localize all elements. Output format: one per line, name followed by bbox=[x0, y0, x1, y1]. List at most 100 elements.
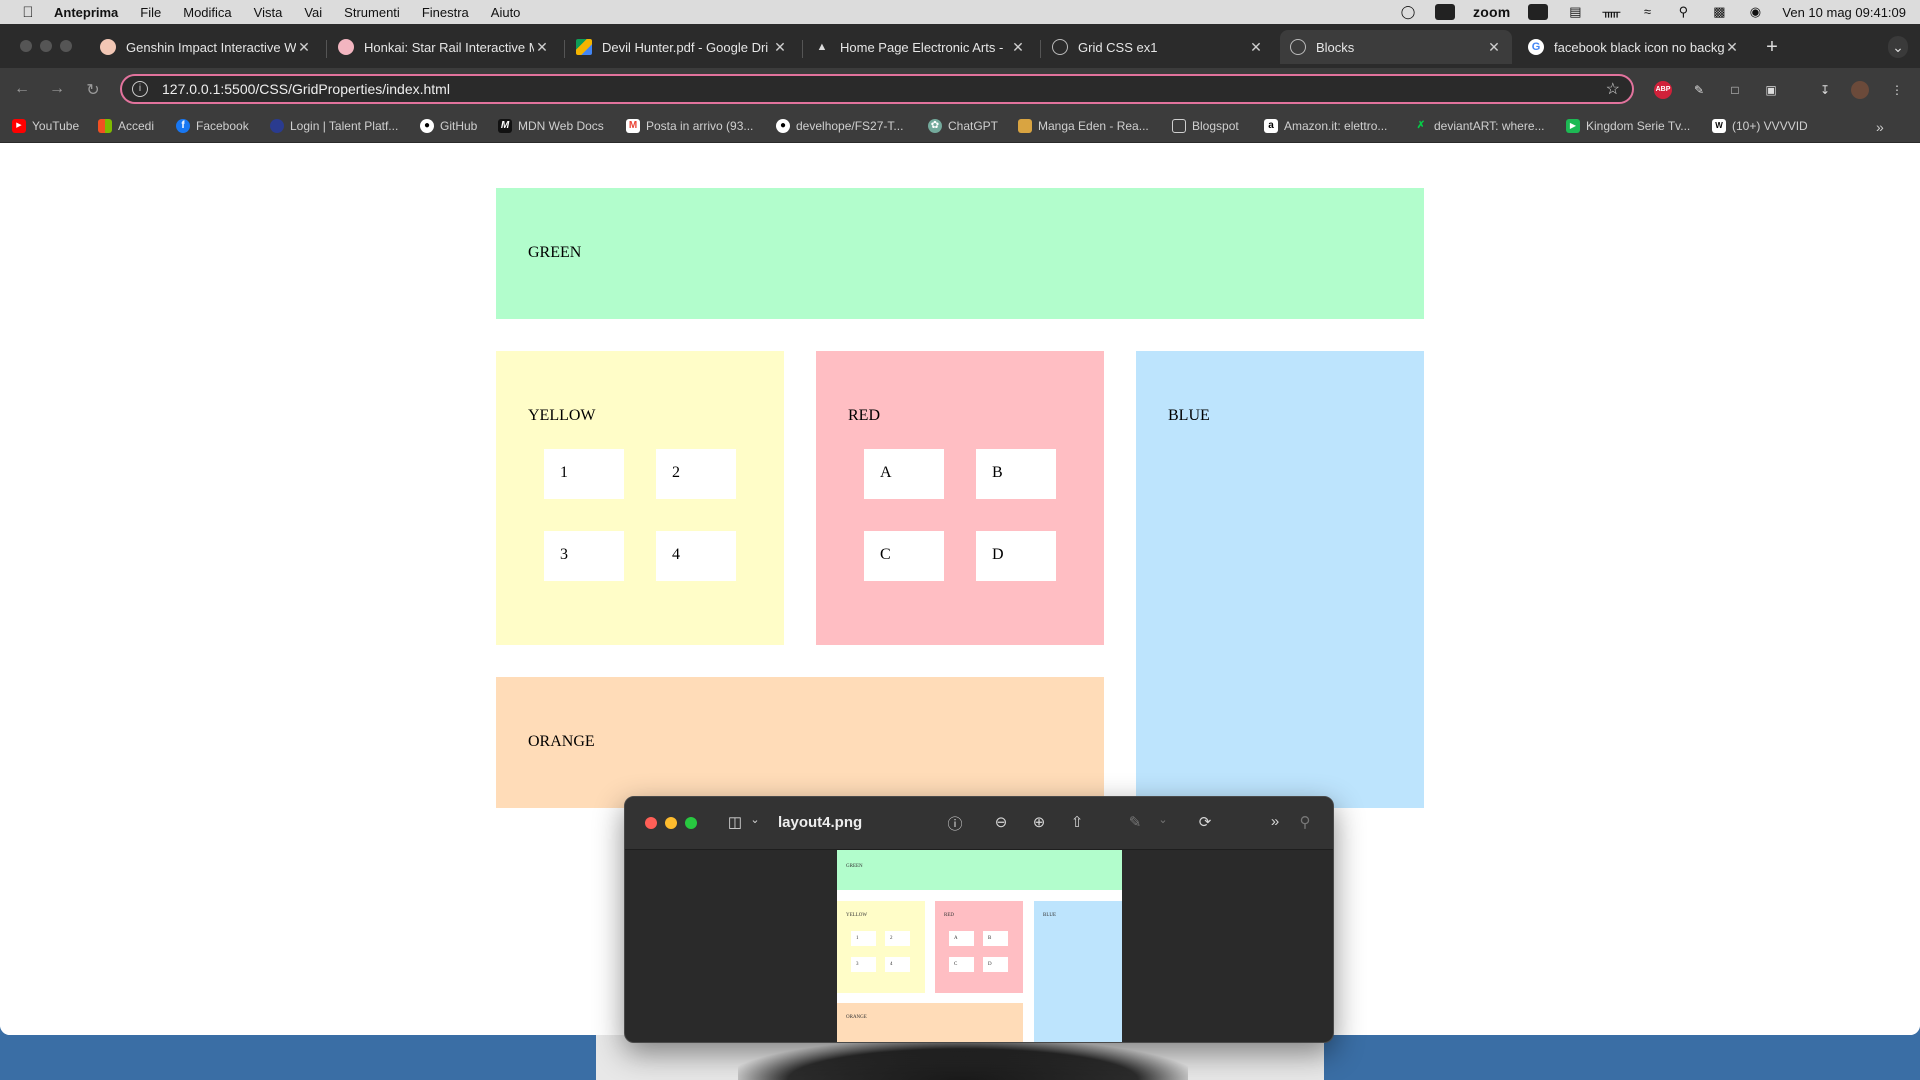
siri-icon[interactable]: ◉ bbox=[1746, 5, 1764, 19]
zoom-out-icon[interactable]: ⊖ bbox=[991, 813, 1011, 831]
site-info-icon[interactable]: i bbox=[132, 81, 148, 97]
bluetooth-icon[interactable]: ᚅ bbox=[1602, 5, 1620, 19]
tab-blocks[interactable]: Blocks ✕ bbox=[1280, 30, 1512, 64]
menu-app-name[interactable]: Anteprima bbox=[54, 5, 118, 20]
minimize-window-button[interactable] bbox=[40, 40, 52, 52]
close-icon[interactable]: ✕ bbox=[1486, 39, 1502, 56]
bookmark-manga-eden[interactable]: Manga Eden - Rea... bbox=[1018, 119, 1149, 133]
minimize-window-button[interactable] bbox=[665, 817, 677, 829]
more-tools-chevron-icon[interactable]: » bbox=[1265, 813, 1285, 830]
chevron-down-icon[interactable]: ⌄ bbox=[1153, 813, 1173, 826]
info-icon[interactable]: ⓘ bbox=[945, 813, 965, 834]
zoom-window-button[interactable] bbox=[685, 817, 697, 829]
mini-item-label: 2 bbox=[890, 936, 893, 941]
menu-aiuto[interactable]: Aiuto bbox=[491, 5, 521, 20]
adblock-plus-icon[interactable]: ABP bbox=[1654, 81, 1672, 99]
tab-facebook-icon-search[interactable]: G facebook black icon no backg ✕ bbox=[1518, 30, 1750, 64]
mini-item: 4 bbox=[885, 957, 910, 972]
bookmark-chatgpt[interactable]: ✿ ChatGPT bbox=[928, 119, 998, 133]
tab-devil-hunter[interactable]: Devil Hunter.pdf - Google Dri ✕ bbox=[566, 30, 798, 64]
red-item: C bbox=[864, 531, 944, 581]
bookmark-github[interactable]: ● GitHub bbox=[420, 119, 477, 133]
menu-strumenti[interactable]: Strumenti bbox=[344, 5, 400, 20]
zoom-in-icon[interactable]: ⊕ bbox=[1029, 813, 1049, 831]
tab-genshin[interactable]: Genshin Impact Interactive W ✕ bbox=[90, 30, 322, 64]
markup-pen-icon[interactable]: ✎ bbox=[1125, 813, 1145, 831]
menu-vista[interactable]: Vista bbox=[254, 5, 283, 20]
tab-grid-css[interactable]: Grid CSS ex1 ✕ bbox=[1042, 30, 1274, 64]
rotate-icon[interactable]: ⟳ bbox=[1195, 813, 1215, 831]
app-status-icon[interactable] bbox=[1435, 4, 1456, 20]
back-arrow-icon[interactable]: ← bbox=[12, 80, 32, 98]
github-icon: ● bbox=[776, 119, 790, 133]
close-icon[interactable]: ✕ bbox=[1248, 39, 1264, 56]
control-center-icon[interactable]: ▩ bbox=[1710, 5, 1728, 19]
menu-file[interactable]: File bbox=[140, 5, 161, 20]
mini-label: RED bbox=[944, 913, 954, 918]
profile-avatar[interactable] bbox=[1851, 81, 1869, 99]
close-icon[interactable]: ✕ bbox=[772, 39, 788, 56]
bookmark-develhope[interactable]: ● develhope/FS27-T... bbox=[776, 119, 903, 133]
close-icon[interactable]: ✕ bbox=[1010, 39, 1026, 56]
yellow-item: 3 bbox=[544, 531, 624, 581]
close-icon[interactable]: ✕ bbox=[296, 39, 312, 56]
zoom-status[interactable]: zoom bbox=[1473, 4, 1510, 20]
menu-modifica[interactable]: Modifica bbox=[183, 5, 231, 20]
mini-item-label: B bbox=[988, 936, 992, 941]
address-bar[interactable]: i 127.0.0.1:5500/CSS/GridProperties/inde… bbox=[120, 74, 1634, 104]
chevron-down-icon[interactable]: ⌄ bbox=[745, 813, 765, 826]
spotlight-search-icon[interactable]: ⚲ bbox=[1674, 5, 1692, 19]
more-bookmarks-chevron-icon[interactable]: » bbox=[1876, 119, 1884, 135]
bookmark-deviantart[interactable]: ✗ deviantART: where... bbox=[1414, 119, 1545, 133]
close-window-button[interactable] bbox=[20, 40, 32, 52]
green-label: GREEN bbox=[528, 244, 582, 261]
preview-window-controls bbox=[645, 817, 697, 829]
tab-label: Grid CSS ex1 bbox=[1078, 39, 1158, 55]
b-app-icon[interactable] bbox=[1528, 4, 1549, 20]
apple-icon[interactable]:  bbox=[20, 4, 36, 21]
close-icon[interactable]: ✕ bbox=[1724, 39, 1740, 56]
tab-honkai[interactable]: Honkai: Star Rail Interactive M ✕ bbox=[328, 30, 560, 64]
close-icon[interactable]: ✕ bbox=[534, 39, 550, 56]
bookmark-folder-blogspot[interactable]: Blogspot bbox=[1172, 119, 1239, 133]
tab-search-chevron-icon[interactable]: ⌄ bbox=[1888, 36, 1908, 58]
layers-icon[interactable]: ▤ bbox=[1566, 5, 1584, 19]
bookmark-label: GitHub bbox=[440, 119, 478, 133]
reload-icon[interactable]: ↻ bbox=[83, 80, 103, 100]
download-icon[interactable]: ↧ bbox=[1816, 81, 1834, 99]
extensions-puzzle-icon[interactable]: ▣ bbox=[1762, 81, 1780, 99]
preview-file-title: layout4.png bbox=[778, 814, 863, 831]
bookmark-accedi[interactable]: Accedi bbox=[98, 119, 154, 133]
search-icon[interactable]: ⚲ bbox=[1295, 813, 1315, 831]
wifi-icon[interactable]: ≈ bbox=[1638, 5, 1656, 19]
new-tab-button[interactable]: + bbox=[1762, 36, 1782, 59]
bookmark-amazon[interactable]: a Amazon.it: elettro... bbox=[1264, 119, 1387, 133]
vpn-shield-icon[interactable]: ◯ bbox=[1399, 5, 1417, 19]
yellow-item: 4 bbox=[656, 531, 736, 581]
bookmark-facebook[interactable]: f Facebook bbox=[176, 119, 249, 133]
bookmark-mdn[interactable]: M MDN Web Docs bbox=[498, 119, 604, 133]
honkai-icon bbox=[338, 39, 354, 55]
tab-electronic-arts[interactable]: ▲ Home Page Electronic Arts - ✕ bbox=[804, 30, 1036, 64]
menu-vai[interactable]: Vai bbox=[304, 5, 322, 20]
forward-arrow-icon[interactable]: → bbox=[47, 80, 67, 98]
orange-label: ORANGE bbox=[528, 733, 595, 750]
bookmark-vvvvid[interactable]: W (10+) VVVVID bbox=[1712, 119, 1808, 133]
mdn-icon: M bbox=[498, 119, 512, 133]
address-url[interactable]: 127.0.0.1:5500/CSS/GridProperties/index.… bbox=[162, 81, 450, 97]
bookmark-star-icon[interactable]: ☆ bbox=[1606, 79, 1620, 99]
sidebar-toggle-icon[interactable]: ◫ bbox=[725, 813, 745, 831]
bookmark-kingdom[interactable]: ▶ Kingdom Serie Tv... bbox=[1566, 119, 1690, 133]
bookmark-youtube[interactable]: ▶ YouTube bbox=[12, 119, 79, 133]
zoom-window-button[interactable] bbox=[60, 40, 72, 52]
bookmark-gmail[interactable]: M Posta in arrivo (93... bbox=[626, 119, 753, 133]
close-window-button[interactable] bbox=[645, 817, 657, 829]
reader-extension-icon[interactable]: □ bbox=[1726, 81, 1744, 99]
share-icon[interactable]: ⇧ bbox=[1067, 813, 1087, 831]
menu-datetime[interactable]: Ven 10 mag 09:41:09 bbox=[1782, 5, 1906, 20]
bookmark-talent[interactable]: Login | Talent Platf... bbox=[270, 119, 398, 133]
menu-finestra[interactable]: Finestra bbox=[422, 5, 469, 20]
more-options-icon[interactable]: ⋮ bbox=[1888, 81, 1906, 99]
eyedropper-icon[interactable]: ✎ bbox=[1690, 81, 1708, 99]
item-label: 4 bbox=[672, 546, 680, 563]
